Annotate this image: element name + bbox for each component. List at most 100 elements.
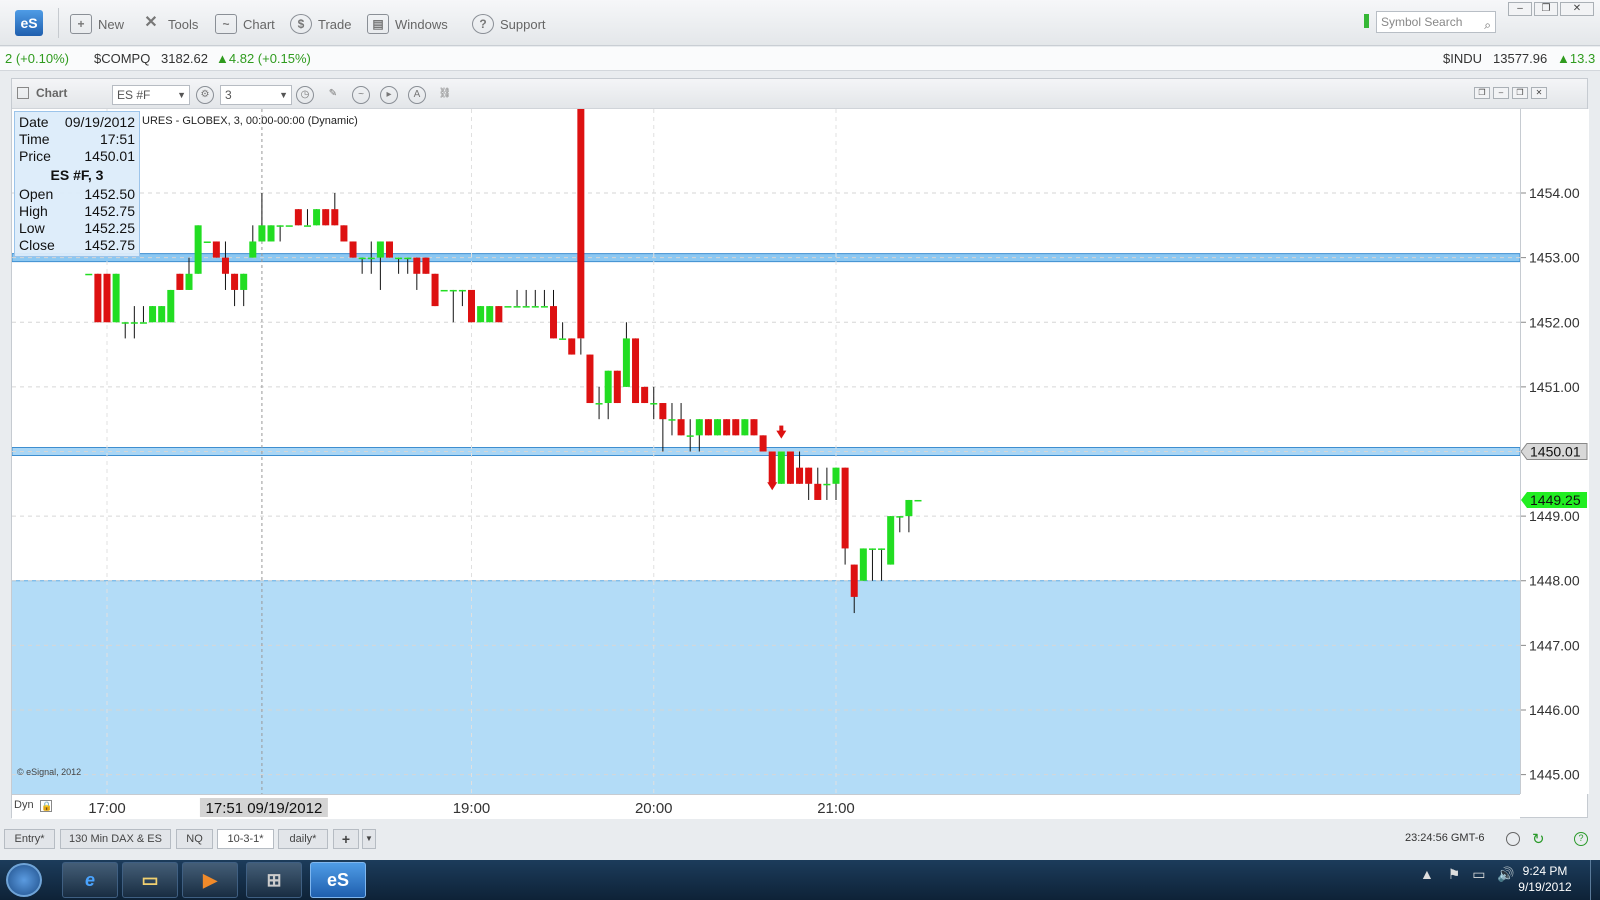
candle-up: [559, 338, 567, 340]
info-row-close: Close 1452.75: [19, 237, 135, 254]
support-zone: [12, 580, 1520, 794]
tab-menu-chevron-down-icon[interactable]: ▼: [362, 829, 376, 849]
candle-down: [176, 273, 184, 290]
candle-up: [486, 306, 494, 323]
interval-input[interactable]: 3 ▼: [220, 85, 292, 105]
info-row-price: Price 1450.01: [19, 148, 135, 165]
esignal-logo-icon[interactable]: eS: [15, 10, 43, 36]
system-clock[interactable]: 9:24 PM 9/19/2012: [1505, 863, 1585, 895]
windows-button[interactable]: ▤ Windows: [367, 12, 448, 36]
clock-status-icon[interactable]: [1506, 832, 1520, 846]
windows-label: Windows: [395, 16, 448, 32]
pencil-icon[interactable]: ✎: [324, 86, 342, 104]
network-icon[interactable]: ⊞: [246, 862, 302, 898]
candle-up: [121, 322, 129, 324]
time-tick-label: 20:00: [635, 800, 673, 817]
support-icon: ?: [472, 14, 494, 34]
chevron-down-icon: ▼: [279, 90, 288, 100]
close-window-button[interactable]: ✕: [1560, 2, 1594, 16]
candle-down: [550, 306, 558, 339]
support-button[interactable]: ? Support: [472, 12, 546, 36]
price-tick-label: 1452.00: [1529, 314, 1580, 330]
ticker-symbol-indu[interactable]: $INDU: [1443, 47, 1482, 71]
trade-button[interactable]: $ Trade: [290, 12, 351, 36]
candle-down: [349, 241, 357, 258]
data-window: Date 09/19/2012 Time 17:51 Price 1450.01 ES…: [14, 111, 140, 257]
media-icon[interactable]: ▶: [182, 862, 238, 898]
link-chain-icon[interactable]: ⛓: [436, 86, 454, 104]
candle-up: [531, 306, 539, 308]
candle-up: [914, 499, 922, 502]
ie-icon[interactable]: e: [62, 862, 118, 898]
alert-icon[interactable]: A: [408, 86, 426, 104]
info-value: 17:51: [99, 131, 135, 147]
chart-button[interactable]: ~ Chart: [215, 12, 275, 36]
study-icon[interactable]: ~: [352, 86, 370, 104]
tab-daily[interactable]: daily*: [278, 829, 328, 849]
candle-up: [686, 435, 694, 437]
candle-up: [404, 257, 412, 260]
support-label: Support: [500, 16, 546, 32]
clock-icon[interactable]: ◷: [296, 86, 314, 104]
candlestick-chart[interactable]: [11, 0, 1521, 794]
candle-up: [714, 419, 722, 436]
candle-up: [85, 273, 93, 276]
tab-130-min-dax-es[interactable]: 130 Min DAX & ES: [60, 829, 171, 849]
chart-float-button[interactable]: ❐: [1474, 87, 1490, 99]
settings-icon[interactable]: ⚙: [196, 86, 214, 104]
ticker-change-indu: ▲13.3: [1557, 51, 1596, 66]
chart-close-button[interactable]: ✕: [1531, 87, 1547, 99]
ticker-symbol-compq[interactable]: $COMPQ: [94, 47, 150, 71]
refresh-icon[interactable]: ↻: [1532, 830, 1545, 848]
candle-up: [185, 273, 193, 290]
add-tab-button[interactable]: +: [333, 829, 359, 849]
candle-down: [732, 419, 740, 436]
folder-icon[interactable]: ▭: [122, 862, 178, 898]
esignal-icon[interactable]: eS: [310, 862, 366, 898]
chart-minimize-button[interactable]: –: [1493, 87, 1509, 99]
chart-restore-button[interactable]: ❐: [1512, 87, 1528, 99]
chart-plot-area[interactable]: URES - GLOBEX, 3, 00:00-00:00 (Dynamic) …: [11, 0, 1521, 794]
os-taskbar: e ▭ ▶ ⊞ eS ▲ ⚑ ▭ 🔊 9:24 PM 9/19/2012: [0, 860, 1600, 900]
tab-10-3-1[interactable]: 10-3-1*: [217, 829, 274, 849]
symbol-search-input[interactable]: Symbol Search ⌕: [1376, 11, 1496, 33]
ticker-change: 2 (+0.10%): [5, 51, 69, 66]
candle-down: [413, 257, 421, 274]
show-desktop-button[interactable]: [1590, 860, 1600, 900]
candle-down: [431, 273, 439, 307]
display-icon[interactable]: ▭: [1472, 866, 1485, 882]
play-icon[interactable]: ▸: [380, 86, 398, 104]
time-tick-label: 21:00: [817, 800, 855, 817]
candle-down: [659, 403, 667, 420]
flag-icon[interactable]: ⚑: [1448, 866, 1461, 882]
candle-up: [130, 322, 138, 324]
candle-up: [477, 306, 485, 323]
new-button[interactable]: + New: [70, 12, 124, 36]
symbol-input[interactable]: ES #F ▼: [112, 85, 190, 105]
help-icon[interactable]: ?: [1574, 832, 1588, 846]
candle-down: [677, 419, 685, 436]
link-icon[interactable]: [17, 87, 29, 99]
candle-up: [167, 289, 175, 323]
time-tick-label: 19:00: [453, 800, 491, 817]
tray-arrow-icon[interactable]: ▲: [1420, 866, 1434, 882]
price-scale[interactable]: 1454.001453.001452.001451.001450.001449.…: [1520, 109, 1589, 794]
candle-up: [112, 273, 120, 323]
ticker-price-compq: 3182.62: [161, 51, 208, 66]
search-icon[interactable]: ⌕: [1484, 15, 1491, 35]
time-axis[interactable]: Dyn 🔒 17:00 19:00 20:00 21:00 17:51 09/19/20…: [12, 794, 1520, 819]
tab-entry[interactable]: Entry*: [4, 829, 55, 849]
price-tick-label: 1454.00: [1529, 185, 1580, 201]
candle-up: [313, 209, 321, 226]
chevron-down-icon: ▼: [177, 90, 186, 100]
tools-button[interactable]: ✕ Tools: [140, 12, 198, 36]
candle-up: [449, 289, 457, 292]
candle-up: [258, 225, 266, 242]
chart-icon: ~: [215, 14, 237, 34]
windows-start-icon[interactable]: [6, 863, 42, 897]
tab-nq[interactable]: NQ: [176, 829, 213, 849]
restore-window-button[interactable]: ❐: [1534, 2, 1558, 16]
candle-down: [723, 419, 731, 436]
candle-up: [376, 241, 384, 258]
minimize-window-button[interactable]: –: [1508, 2, 1532, 16]
